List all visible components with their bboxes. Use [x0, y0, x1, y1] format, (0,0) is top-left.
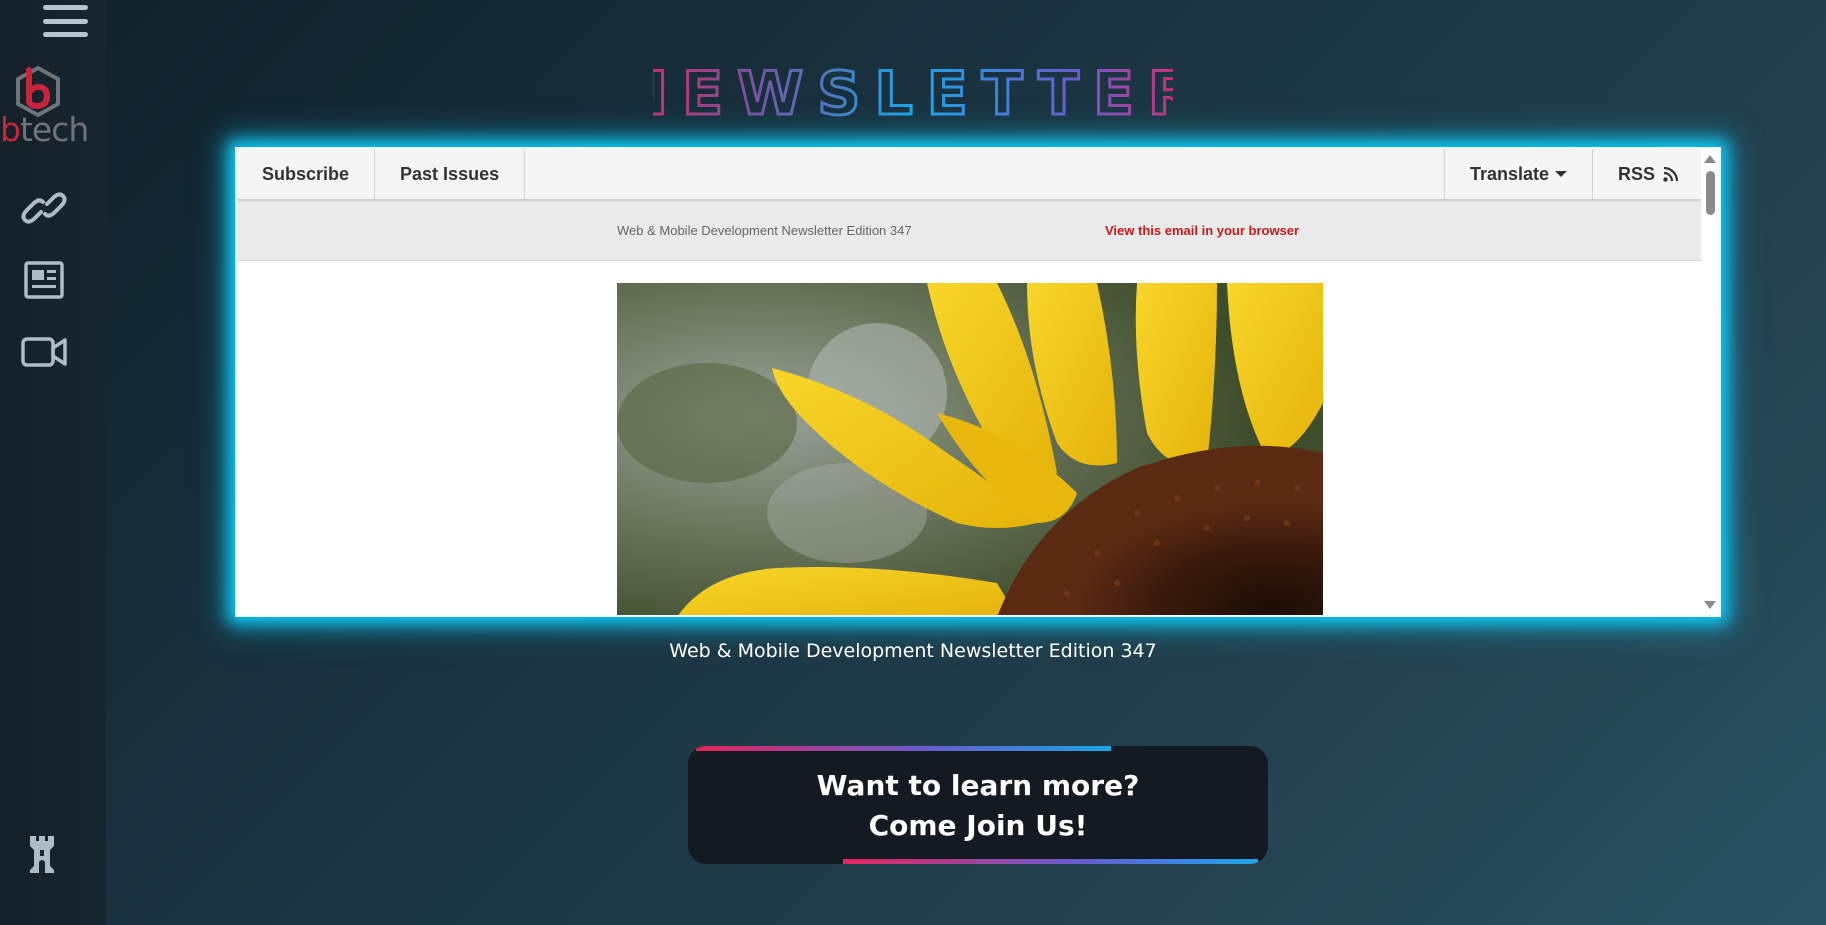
castle-tower-icon[interactable]	[27, 834, 57, 874]
newspaper-icon[interactable]	[21, 260, 67, 300]
cta-line-2: Come Join Us!	[868, 809, 1088, 842]
cta-text: Want to learn more? Come Join Us!	[688, 766, 1268, 846]
translate-label: Translate	[1469, 163, 1549, 184]
rss-label: RSS	[1617, 163, 1655, 184]
cta-line-1: Want to learn more?	[816, 769, 1140, 802]
newsletter-preheader: Web & Mobile Development Newsletter Edit…	[237, 201, 1703, 261]
rss-icon	[1663, 166, 1678, 182]
newsletter-caption: Web & Mobile Development Newsletter Edit…	[669, 640, 1157, 662]
preheader-text: Web & Mobile Development Newsletter Edit…	[617, 223, 912, 238]
video-camera-icon[interactable]	[21, 331, 67, 371]
newsletter-topbar: Subscribe Past Issues Translate RSS	[237, 149, 1703, 201]
past-issues-button[interactable]: Past Issues	[375, 149, 526, 199]
link-icon[interactable]	[21, 188, 67, 228]
caret-down-icon	[1554, 171, 1567, 177]
scroll-up-arrow-icon[interactable]	[1704, 155, 1716, 163]
view-in-browser-link[interactable]: View this email in your browser	[1105, 223, 1299, 238]
subscribe-button[interactable]: Subscribe	[237, 149, 376, 199]
scroll-down-arrow-icon[interactable]	[1704, 601, 1716, 609]
sunflower-hero-image	[617, 283, 1323, 615]
sidebar: btech	[0, 0, 106, 925]
newsletter-preview-frame[interactable]: Subscribe Past Issues Translate RSS Web …	[235, 147, 1721, 617]
hamburger-menu-icon[interactable]	[43, 3, 88, 39]
scrollbar-thumb[interactable]	[1706, 171, 1715, 215]
page-title: NEWSLETTER	[0, 52, 1826, 132]
join-us-button[interactable]: Want to learn more? Come Join Us!	[688, 746, 1268, 864]
scrollbar[interactable]	[1701, 149, 1719, 615]
rss-button[interactable]: RSS	[1591, 149, 1703, 199]
svg-text:NEWSLETTER: NEWSLETTER	[653, 59, 1173, 129]
translate-dropdown[interactable]: Translate	[1443, 149, 1592, 199]
